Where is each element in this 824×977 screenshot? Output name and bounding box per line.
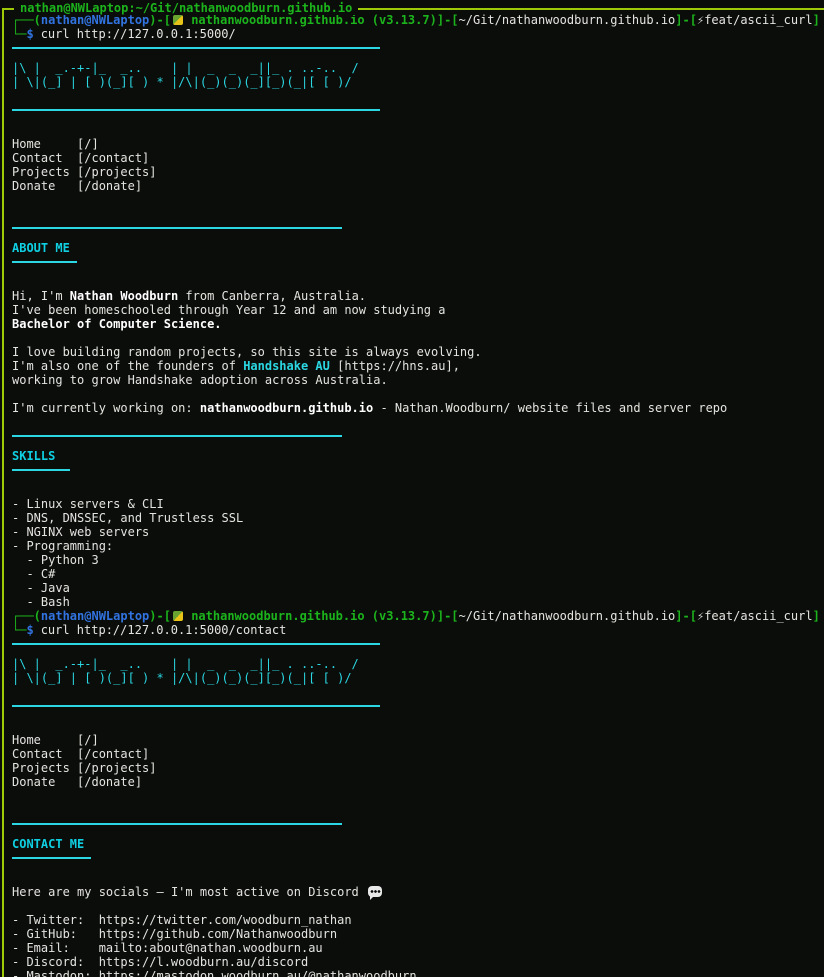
user-host: nathan@NWLaptop <box>41 609 149 623</box>
about-paragraph: I love building random projects, so this… <box>12 345 824 359</box>
divider <box>12 227 824 241</box>
python-venv-icon <box>173 611 183 621</box>
divider <box>12 705 824 719</box>
nav-item-donate: Donate[/donate] <box>12 775 824 789</box>
git-branch: feat/ascii_curl <box>704 13 812 27</box>
contact-intro: Here are my socials — I'm most active on… <box>12 885 824 899</box>
social-url[interactable]: https://l.woodburn.au/discord <box>99 955 309 969</box>
ascii-art-line: |\ | _.-+-|_ _.. | | _ _ _||_ . ..-.. / <box>12 657 824 671</box>
nav-item-contact: Contact[/contact] <box>12 151 824 165</box>
venv-name: nathanwoodburn.github.io (v3.13.7) <box>184 13 437 27</box>
cwd-path: ~/Git/nathanwoodburn.github.io <box>459 609 676 623</box>
social-url[interactable]: mailto:about@nathan.woodburn.au <box>99 941 323 955</box>
command-text: curl http://127.0.0.1:5000/ <box>41 27 236 41</box>
nav-item-donate: Donate[/donate] <box>12 179 824 193</box>
divider <box>12 823 824 837</box>
about-paragraph: Bachelor of Computer Science. <box>12 317 824 331</box>
prompt-line: ┌──(nathan@NWLaptop)-[ nathanwoodburn.gi… <box>12 13 824 27</box>
social-item-twitter: - Twitter:https://twitter.com/woodburn_n… <box>12 913 824 927</box>
cwd-path: ~/Git/nathanwoodburn.github.io <box>459 13 676 27</box>
command-line: └─$curl http://127.0.0.1:5000/contact <box>12 623 824 637</box>
social-url[interactable]: https://twitter.com/woodburn_nathan <box>99 913 352 927</box>
nav-item-contact: Contact[/contact] <box>12 747 824 761</box>
command-line: └─$curl http://127.0.0.1:5000/ <box>12 27 824 41</box>
social-item-email: - Email:mailto:about@nathan.woodburn.au <box>12 941 824 955</box>
section-title-skills: SKILLS <box>12 449 824 463</box>
about-paragraph: I'm also one of the founders of Handshak… <box>12 359 824 373</box>
terminal-content: ┌──(nathan@NWLaptop)-[ nathanwoodburn.gi… <box>0 0 824 977</box>
divider <box>12 109 824 123</box>
skill-item: - Bash <box>12 595 824 609</box>
skill-item: - NGINX web servers <box>12 525 824 539</box>
python-venv-icon <box>173 15 183 25</box>
command-text: curl http://127.0.0.1:5000/contact <box>41 623 287 637</box>
handshake-au-link[interactable]: Handshake AU <box>243 359 330 373</box>
social-url[interactable]: https://mastodon.woodburn.au/@nathanwood… <box>99 969 417 977</box>
venv-name: nathanwoodburn.github.io (v3.13.7) <box>184 609 437 623</box>
speech-bubble-icon <box>368 886 382 897</box>
about-paragraph: I've been homeschooled through Year 12 a… <box>12 303 824 317</box>
ascii-art-line: |\ | _.-+-|_ _.. | | _ _ _||_ . ..-.. / <box>12 61 824 75</box>
terminal-window: nathan@NWLaptop:~/Git/nathanwoodburn.git… <box>0 0 824 977</box>
prompt-line: ┌──(nathan@NWLaptop)-[ nathanwoodburn.gi… <box>12 609 824 623</box>
section-title-about: ABOUT ME <box>12 241 824 255</box>
nav-item-home: Home[/] <box>12 733 824 747</box>
skill-item: - Java <box>12 581 824 595</box>
nav-item-home: Home[/] <box>12 137 824 151</box>
social-item-discord: - Discord:https://l.woodburn.au/discord <box>12 955 824 969</box>
prompt-symbol: $ <box>26 623 33 637</box>
skill-item: - Linux servers & CLI <box>12 497 824 511</box>
divider <box>12 435 824 449</box>
divider <box>12 643 824 657</box>
name-highlight: Nathan Woodburn <box>70 289 178 303</box>
skill-item: - DNS, DNSSEC, and Trustless SSL <box>12 511 824 525</box>
divider <box>12 47 824 61</box>
ascii-art-line: | \|(_] | [ )(_][ ) * |/\|(_)(_)(_][_)(_… <box>12 75 824 89</box>
section-title-underline <box>12 857 824 871</box>
ascii-art-line: | \|(_] | [ )(_][ ) * |/\|(_)(_)(_][_)(_… <box>12 671 824 685</box>
about-paragraph: working to grow Handshake adoption acros… <box>12 373 824 387</box>
nav-item-projects: Projects[/projects] <box>12 761 824 775</box>
window-title: nathan@NWLaptop:~/Git/nathanwoodburn.git… <box>14 1 358 15</box>
section-title-underline <box>12 469 824 483</box>
section-title-contact: CONTACT ME <box>12 837 824 851</box>
about-paragraph: I'm currently working on: nathanwoodburn… <box>12 401 824 415</box>
section-title-underline <box>12 261 824 275</box>
skill-item: - C# <box>12 567 824 581</box>
about-paragraph: Hi, I'm Nathan Woodburn from Canberra, A… <box>12 289 824 303</box>
repo-highlight: nathanwoodburn.github.io <box>200 401 373 415</box>
nav-item-projects: Projects[/projects] <box>12 165 824 179</box>
social-item-mastodon: - Mastodon:https://mastodon.woodburn.au/… <box>12 969 824 977</box>
social-url[interactable]: https://github.com/Nathanwoodburn <box>99 927 337 941</box>
user-host: nathan@NWLaptop <box>41 13 149 27</box>
skill-item: - Programming: <box>12 539 824 553</box>
git-branch: feat/ascii_curl <box>704 609 812 623</box>
skill-item: - Python 3 <box>12 553 824 567</box>
prompt-symbol: $ <box>26 27 33 41</box>
social-item-github: - GitHub:https://github.com/Nathanwoodbu… <box>12 927 824 941</box>
